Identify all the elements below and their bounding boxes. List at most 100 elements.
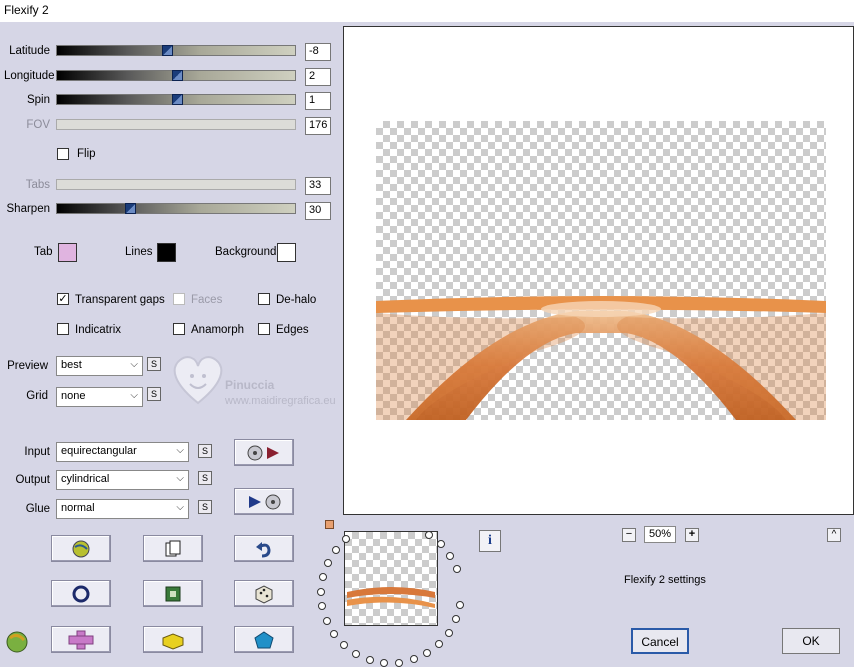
dial-dot[interactable] — [425, 530, 434, 539]
spin-label: Spin — [26, 94, 50, 106]
sharpen-label: Sharpen — [6, 203, 50, 215]
navigator-thumbnail[interactable] — [344, 531, 438, 626]
output-s-button[interactable]: S — [198, 471, 212, 485]
cancel-button[interactable]: Cancel — [631, 628, 689, 654]
frame-button[interactable] — [143, 580, 203, 607]
tab-color-swatch[interactable] — [58, 243, 77, 262]
pentagon-icon — [254, 630, 274, 648]
dial-dot[interactable] — [444, 628, 453, 637]
collapse-button[interactable]: ^ — [827, 528, 841, 542]
dial-dot[interactable] — [395, 658, 404, 667]
dial-dot[interactable] — [455, 601, 464, 610]
lines-color-swatch[interactable] — [157, 243, 176, 262]
dial-dot[interactable] — [423, 648, 432, 657]
transparent-gaps-checkbox[interactable]: ✓ — [57, 293, 69, 305]
indicatrix-checkbox[interactable] — [57, 323, 69, 335]
dial-dot[interactable] — [452, 565, 461, 574]
zoom-out-button[interactable]: − — [622, 528, 636, 542]
preview-image — [376, 296, 826, 420]
grid-select-value: none — [61, 390, 86, 402]
sharpen-thumb[interactable] — [125, 203, 136, 214]
settings-caption: Flexify 2 settings — [624, 574, 706, 586]
edges-checkbox[interactable] — [258, 323, 270, 335]
undo-button[interactable] — [234, 535, 294, 562]
randomize-button[interactable] — [51, 535, 111, 562]
input-select[interactable]: equirectangular ⌵ — [56, 442, 189, 462]
longitude-thumb[interactable] — [172, 70, 183, 81]
dial-dot[interactable] — [323, 558, 332, 567]
grid-s-button[interactable]: S — [147, 387, 161, 401]
chevron-down-icon: ⌵ — [176, 473, 184, 484]
dial-dot[interactable] — [435, 639, 444, 648]
background-color-swatch[interactable] — [277, 243, 296, 262]
dial-dot[interactable] — [409, 655, 418, 664]
zoom-in-button[interactable]: + — [685, 528, 699, 542]
latitude-value[interactable]: -8 — [305, 43, 331, 61]
nav-handle[interactable] — [325, 520, 334, 529]
dial-dot[interactable] — [380, 658, 389, 667]
dial-dot[interactable] — [451, 615, 460, 624]
dial-dot[interactable] — [318, 602, 327, 611]
ok-button[interactable]: OK — [782, 628, 840, 654]
glue-s-button[interactable]: S — [198, 500, 212, 514]
grid-select-label: Grid — [26, 390, 48, 402]
sharpen-value[interactable]: 30 — [305, 202, 331, 220]
output-select[interactable]: cylindrical ⌵ — [56, 470, 189, 490]
spin-value[interactable]: 1 — [305, 92, 331, 110]
latitude-thumb[interactable] — [162, 45, 173, 56]
dial-dot[interactable] — [330, 629, 339, 638]
preview-select-label: Preview — [7, 360, 48, 372]
swap-to-input-button[interactable] — [234, 488, 294, 515]
faces-label: Faces — [191, 294, 223, 306]
sharpen-slider[interactable] — [56, 203, 296, 214]
swap-to-output-button[interactable] — [234, 439, 294, 466]
preview-s-button[interactable]: S — [147, 357, 161, 371]
faces-checkbox — [173, 293, 185, 305]
cross-button[interactable] — [51, 626, 111, 653]
dial-dot[interactable] — [365, 655, 374, 664]
flexify-logo-icon — [6, 631, 28, 653]
dial-dot[interactable] — [436, 539, 445, 548]
longitude-slider[interactable] — [56, 70, 296, 81]
input-s-button[interactable]: S — [198, 444, 212, 458]
glue-select-label: Glue — [25, 503, 50, 515]
flip-checkbox[interactable] — [57, 148, 69, 160]
dial-dot[interactable] — [352, 649, 360, 658]
latitude-label: Latitude — [9, 45, 50, 57]
brick-button[interactable] — [143, 626, 203, 653]
dice-icon — [255, 584, 273, 604]
longitude-value[interactable]: 2 — [305, 68, 331, 86]
longitude-label: Longitude — [4, 70, 55, 82]
chevron-down-icon: ⌵ — [130, 390, 138, 401]
dial-dot[interactable] — [331, 546, 340, 555]
copy-button[interactable] — [143, 535, 203, 562]
latitude-slider[interactable] — [56, 45, 296, 56]
output-select-value: cylindrical — [61, 473, 110, 485]
dial-dot[interactable] — [446, 551, 455, 560]
de-halo-checkbox[interactable] — [258, 293, 270, 305]
grid-select[interactable]: none ⌵ — [56, 387, 143, 407]
brick-icon — [162, 632, 184, 650]
chevron-down-icon: ⌵ — [176, 445, 184, 456]
glue-select[interactable]: normal ⌵ — [56, 499, 189, 519]
spin-slider[interactable] — [56, 94, 296, 105]
preview-select[interactable]: best ⌵ — [56, 356, 143, 376]
pentagon-button[interactable] — [234, 626, 294, 653]
spin-thumb[interactable] — [172, 94, 183, 105]
info-button[interactable]: i — [479, 530, 501, 552]
anamorph-checkbox[interactable] — [173, 323, 185, 335]
fov-slider — [56, 119, 296, 130]
dial-dot[interactable] — [339, 640, 348, 649]
tabs-value[interactable]: 33 — [305, 177, 331, 195]
sphere-button[interactable] — [51, 580, 111, 607]
dial-dot[interactable] — [322, 616, 331, 625]
random-dice-button[interactable] — [234, 580, 294, 607]
fov-value[interactable]: 176 — [305, 117, 331, 135]
indicatrix-label: Indicatrix — [75, 324, 122, 336]
main-preview[interactable] — [343, 26, 854, 515]
dial-dot[interactable] — [318, 572, 327, 581]
square-frame-icon — [165, 586, 181, 601]
zoom-value: 50% — [644, 526, 676, 543]
ring-icon — [72, 585, 90, 602]
dial-dot[interactable] — [317, 587, 325, 596]
